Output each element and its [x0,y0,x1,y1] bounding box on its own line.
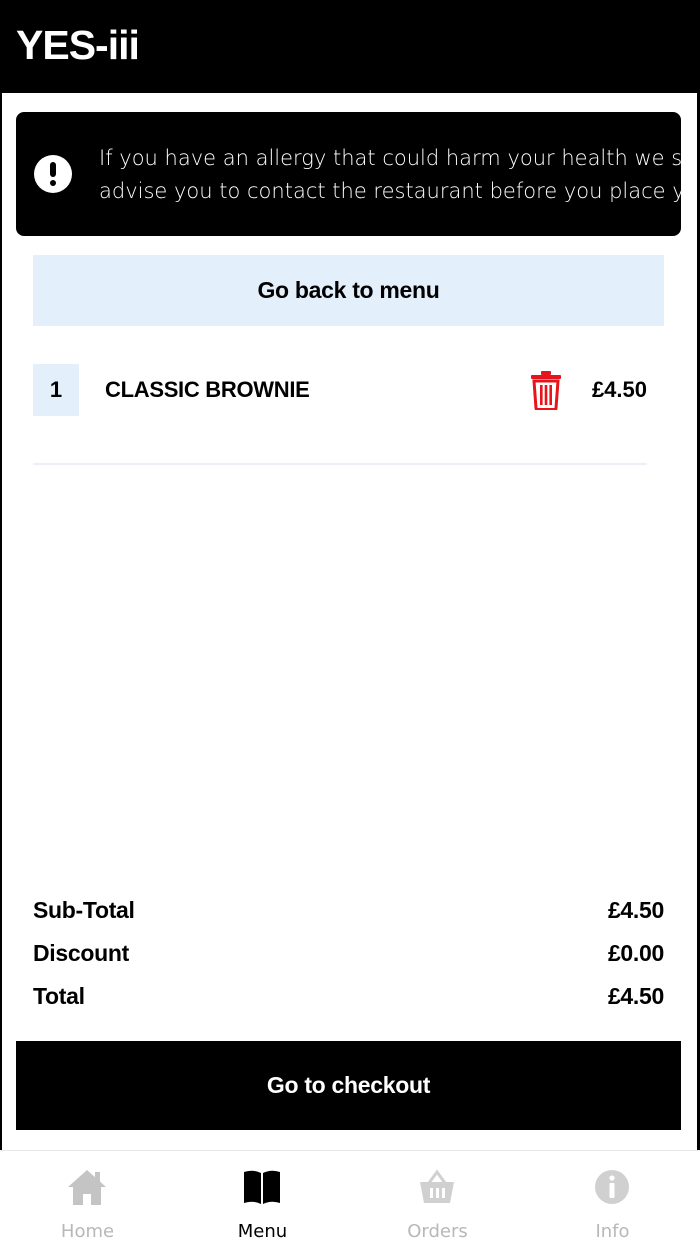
bottom-navigation: Home Menu Orders Info [0,1150,700,1244]
item-price: £4.50 [591,377,647,402]
nav-label-info: Info [595,1221,630,1242]
item-divider [33,463,647,465]
basket-item: 1 CLASSIC BROWNIE £4.50 [33,364,647,416]
nav-item-menu[interactable]: Menu [175,1151,350,1244]
order-totals: Sub-Total £4.50 Discount £0.00 Total £4.… [33,895,664,1024]
nav-label-home: Home [60,1221,115,1242]
discount-label: Discount [33,940,129,966]
app-title: YES-iii [16,22,140,68]
exclamation-circle-icon [34,155,72,193]
allergy-notice-line-1: If you have an allergy that could harm y… [99,146,681,170]
subtotal-value: £4.50 [607,897,664,923]
total-value: £4.50 [607,983,664,1009]
subtotal-row: Sub-Total £4.50 [33,895,664,938]
subtotal-label: Sub-Total [33,897,135,923]
trash-icon[interactable] [530,370,562,410]
checkout-button[interactable]: Go to checkout [16,1041,681,1130]
nav-item-orders[interactable]: Orders [350,1151,525,1244]
discount-row: Discount £0.00 [33,938,664,981]
nav-label-menu: Menu [237,1221,288,1242]
app-bar: YES-iii [0,0,700,93]
back-to-menu-button[interactable]: Go back to menu [33,255,664,326]
book-icon [244,1170,280,1204]
nav-label-orders: Orders [407,1221,468,1242]
nav-item-info[interactable]: Info [525,1151,700,1244]
item-name: CLASSIC BROWNIE [105,377,310,402]
item-quantity[interactable]: 1 [33,364,79,416]
frame-border-left [0,93,2,1244]
nav-item-home[interactable]: Home [0,1151,175,1244]
info-icon [595,1170,629,1204]
discount-value: £0.00 [607,940,664,966]
allergy-notice-text: If you have an allergy that could harm y… [99,142,681,222]
basket-icon [420,1169,454,1203]
total-row: Total £4.50 [33,981,664,1024]
home-icon [68,1170,106,1205]
total-label: Total [33,983,85,1009]
allergy-notice-line-2: advise you to contact the restaurant bef… [99,179,681,203]
